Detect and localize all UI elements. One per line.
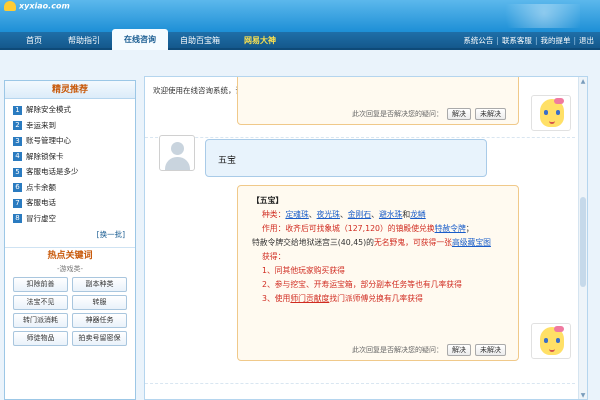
link-logout[interactable]: 退出 [579,36,594,45]
link-item[interactable]: 特赦令牌 [435,224,466,233]
bot-reply-bubble: 此次回复是否解决您的疑问： 解决 未解决 [237,77,519,125]
bot-ribbon-icon [554,326,564,332]
link-item[interactable]: 定魂珠 [285,210,308,219]
link-item[interactable]: 夜光珠 [317,210,340,219]
user-avatar [159,135,195,171]
keyword-button[interactable]: 副本种类 [72,277,127,292]
solved-button[interactable]: 解决 [447,108,471,120]
list-item[interactable]: 4 解除锁保卡 [13,149,127,165]
answer-content: 【五宝】 种类：定魂珠、夜光珠、金刚石、避水珠和龙鳞 作用：收齐后可找象城（12… [252,194,510,306]
user-head-icon [171,142,184,155]
keyword-button[interactable]: 师徒物品 [13,331,68,346]
list-item[interactable]: 6 点卡余额 [13,180,127,196]
user-message-text: 五宝 [218,156,237,166]
nav-right-links: 系统公告 | 联系客服 | 我的提单 | 退出 [463,36,594,45]
bot-ribbon-icon [554,98,564,104]
answer-types: 种类：定魂珠、夜光珠、金刚石、避水珠和龙鳞 [262,210,426,219]
keyword-button[interactable]: 神器任务 [72,313,127,328]
bot-avatar [531,323,571,359]
list-item[interactable]: 7 客服电话 [13,195,127,211]
answer-obtain-3: 3、使用师门贡献度找门派师傅兑换有几率获得 [262,294,423,303]
feedback-row: 此次回复是否解决您的疑问： 解决 未解决 [352,344,506,356]
keyword-button[interactable]: 转门派消耗 [13,313,68,328]
solved-button[interactable]: 解决 [447,344,471,356]
sidebar: 精灵推荐 1 解除安全模式 2 幸运来到 3 账号管理中心 4 解除锁保卡 5 客服电话是… [4,80,136,400]
user-body-icon [165,157,190,170]
answer-obtain-2: 2、参与挖宝、开寿运宝箱，部分副本任务等也有几率获得 [262,280,462,289]
keyword-button[interactable]: 扣除前善 [13,277,68,292]
nav-help-guide[interactable]: 帮助指引 [58,32,110,50]
app-header: xyxiao.com [0,0,600,32]
answer-title: 【五宝】 [252,196,284,205]
recommend-list: 1 解除安全模式 2 幸运来到 3 账号管理中心 4 解除锁保卡 5 客服电话是多少 6点… [5,99,135,229]
list-item[interactable]: 5 客服电话是多少 [13,164,127,180]
bot-avatar [531,95,571,131]
sidebar-title: 精灵推荐 [5,81,135,99]
list-item[interactable]: 8 冒行虚空 [13,211,127,227]
answer-usage-2: 特赦令牌交给地狱迷宫三(40,45)的无名野鬼，可获得一张高级藏宝图 [252,238,491,247]
keywords-category: -游戏类- [56,265,84,273]
link-item[interactable]: 金刚石 [348,210,371,219]
divider [145,137,575,138]
logo-text: xyxiao.com [19,1,70,11]
answer-usage: 作用：收齐后可找象城（127,120）的镇殿使兑换特赦令牌； [262,224,474,233]
nav-home[interactable]: 首页 [14,32,54,50]
link-item[interactable]: 师门贡献度 [290,294,329,303]
nav-self-service-box[interactable]: 自助百宝箱 [170,32,230,50]
keyword-button[interactable]: 法宝不见 [13,295,68,310]
divider [145,383,575,384]
list-item[interactable]: 1 解除安全模式 [13,102,127,118]
chat-panel: 欢迎使用在线咨询系统，请您在下方输入提问内容。 此次回复是否解决您的疑问：解决未… [144,76,588,400]
user-message-bubble: 五宝 [205,139,487,177]
feedback-question: 此次回复是否解决您的疑问： [352,346,443,354]
unsolved-button[interactable]: 未解决 [475,344,506,356]
keyword-button[interactable]: 转服 [72,295,127,310]
bot-answer-bubble: 【五宝】 种类：定魂珠、夜光珠、金刚石、避水珠和龙鳞 作用：收齐后可找象城（12… [237,185,519,361]
feedback-row: 此次回复是否解决您的疑问： 解决 未解决 [352,108,506,120]
site-logo[interactable]: xyxiao.com [4,1,70,11]
link-item[interactable]: 龙鳞 [410,210,426,219]
link-my-tickets[interactable]: 我的提单 [540,36,570,45]
feedback-question: 此次回复是否解决您的疑问： [352,110,443,118]
refresh-batch-link[interactable]: [换一批] [5,229,135,241]
keywords-grid: 扣除前善 副本种类 法宝不见 转服 转门派消耗 神器任务 师徒物品 拍卖号留密保 [5,275,135,348]
unsolved-button[interactable]: 未解决 [475,108,506,120]
answer-obtain-1: 1、同其他玩家购买获得 [262,266,345,275]
list-item[interactable]: 3 账号管理中心 [13,133,127,149]
logo-icon [4,1,16,11]
scroll-up-icon[interactable]: ▲ [580,78,586,86]
scroll-down-icon[interactable]: ▼ [580,392,586,399]
link-item[interactable]: 避水珠 [379,210,402,219]
nav-online-consult[interactable]: 在线咨询 [112,29,168,50]
link-item[interactable]: 高级藏宝图 [452,238,491,247]
answer-obtain-label: 获得： [262,252,286,261]
link-announcement[interactable]: 系统公告 [463,36,493,45]
main-nav: 首页 帮助指引 在线咨询 自助百宝箱 网易大神 系统公告 | 联系客服 | 我的提单 | 退… [0,29,600,50]
nav-netease-dashen[interactable]: 网易大神 [234,32,286,50]
link-contact-support[interactable]: 联系客服 [502,36,532,45]
header-decoration [490,4,580,28]
scroll-thumb[interactable] [580,197,586,287]
chat-scrollbar[interactable]: ▲ ▼ [578,77,587,399]
keyword-button[interactable]: 拍卖号留密保 [72,331,127,346]
keywords-title: 热点关键词 [5,247,135,263]
list-item[interactable]: 2 幸运来到 [13,118,127,134]
